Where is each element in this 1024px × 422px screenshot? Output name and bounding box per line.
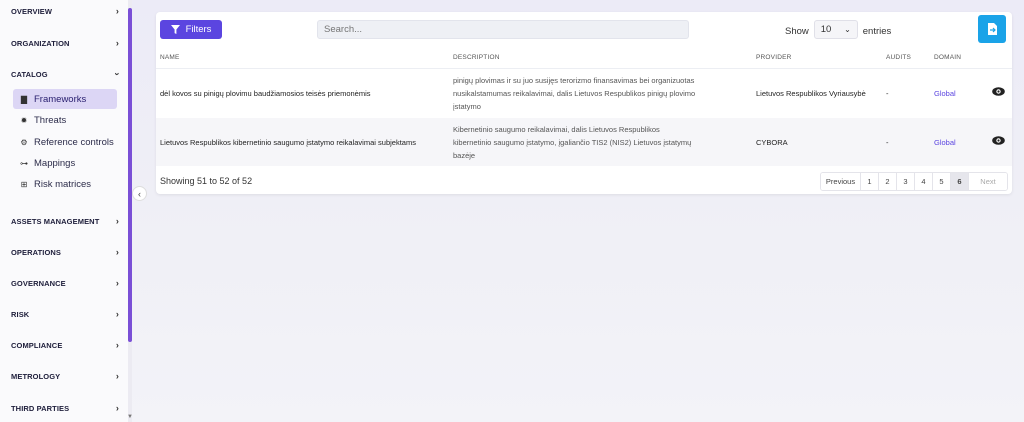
sidebar-item-reference-controls[interactable]: ⚙ Reference controls (13, 132, 117, 152)
chevron-right-icon: › (115, 216, 119, 226)
row-description: Kibernetinio saugumo reikalavimai, dalis… (453, 123, 723, 162)
row-domain-link[interactable]: Global (934, 136, 956, 149)
chevron-right-icon: › (115, 38, 119, 48)
sidebar-section-governance[interactable]: GOVERNANCE › (11, 278, 119, 288)
chevron-right-icon: › (115, 403, 119, 413)
sidebar-item-frameworks[interactable]: ▇ Frameworks (13, 89, 117, 109)
sidebar-section-metrology[interactable]: METROLOGY › (11, 371, 119, 381)
pagination: Previous 1 2 3 4 5 6 Next (820, 172, 1008, 191)
filter-icon (170, 25, 180, 34)
sidebar-section-compliance[interactable]: COMPLIANCE › (11, 340, 119, 350)
sidebar-section-label: OPERATIONS (11, 247, 62, 257)
entries-selector: Show 10 ⌄ entries (785, 20, 892, 39)
entries-select-value: 10 (820, 24, 832, 35)
description-line: įstatymo (453, 102, 481, 111)
bug-icon: ✹ (20, 115, 28, 125)
pagination-page[interactable]: 1 (861, 173, 879, 190)
row-name[interactable]: Lietuvos Respublikos kibernetinio saugum… (160, 136, 416, 149)
entries-label: entries (862, 25, 892, 37)
row-description: pinigų plovimas ir su juo susijęs terori… (453, 74, 723, 113)
sidebar-collapse-button[interactable]: ‹ (132, 186, 147, 201)
diagram-icon: ⊶ (20, 158, 28, 168)
column-header-audits[interactable]: AUDITS (886, 54, 911, 61)
chevron-left-icon: ‹ (138, 188, 141, 199)
pagination-previous[interactable]: Previous (821, 173, 861, 190)
pagination-page[interactable]: 2 (879, 173, 897, 190)
sidebar-section-risk[interactable]: RISK › (11, 309, 119, 319)
description-line: kibernetinio saugumo įstatymo, įgalianči… (453, 138, 692, 147)
sidebar-section-label: ORGANIZATION (11, 38, 70, 48)
view-eye-icon[interactable] (992, 134, 1005, 148)
column-header-name[interactable]: NAME (160, 54, 180, 61)
chevron-right-icon: › (115, 6, 119, 16)
sidebar-item-label: Frameworks (34, 93, 87, 105)
sidebar-item-risk-matrices[interactable]: ⊞ Risk matrices (13, 174, 117, 194)
showing-entries-text: Showing 51 to 52 of 52 (160, 176, 253, 186)
sidebar-item-mappings[interactable]: ⊶ Mappings (13, 153, 117, 173)
sidebar-section-catalog[interactable]: CATALOG › (11, 69, 123, 79)
row-audits: - (886, 138, 889, 147)
chevron-right-icon: › (115, 247, 119, 257)
filters-button[interactable]: Filters (160, 20, 222, 39)
sidebar-section-label: ASSETS MANAGEMENT (11, 216, 100, 226)
sidebar-section-operations[interactable]: OPERATIONS › (11, 247, 119, 257)
sidebar-section-third-parties[interactable]: THIRD PARTIES › (11, 403, 119, 413)
search-input[interactable] (317, 20, 689, 39)
entries-select[interactable]: 10 ⌄ (813, 20, 858, 39)
sidebar-section-overview[interactable]: OVERVIEW › (11, 6, 119, 16)
header-divider (156, 68, 1012, 69)
sidebar-scrollbar-thumb[interactable] (128, 8, 132, 342)
description-line: pinigų plovimas ir su juo susijęs terori… (453, 76, 695, 85)
pagination-page[interactable]: 3 (897, 173, 915, 190)
scroll-down-arrow-icon[interactable]: ▼ (127, 414, 133, 420)
sidebar-item-label: Risk matrices (34, 178, 92, 190)
row-provider: Lietuvos Respublikos Vyriausybė (756, 89, 866, 98)
chevron-right-icon: › (115, 340, 119, 350)
column-header-domain[interactable]: DOMAIN (934, 54, 961, 61)
sidebar-item-label: Threats (34, 114, 67, 126)
sidebar-item-threats[interactable]: ✹ Threats (13, 110, 117, 130)
frameworks-table-card: Filters Show 10 ⌄ entries NAME DESCRIPTI… (156, 12, 1012, 194)
chevron-right-icon: › (115, 309, 119, 319)
book-icon: ▇ (20, 94, 28, 104)
sidebar-item-label: Reference controls (34, 136, 114, 148)
description-line: bazėje (453, 151, 476, 160)
row-domain-link[interactable]: Global (934, 87, 956, 100)
view-eye-icon[interactable] (992, 85, 1005, 99)
sidebar-section-organization[interactable]: ORGANIZATION › (11, 38, 119, 48)
sidebar-section-label: CATALOG (11, 69, 48, 79)
export-button[interactable] (978, 15, 1006, 43)
row-provider: CYBORA (756, 138, 788, 147)
filters-button-label: Filters (185, 24, 212, 35)
export-file-icon (987, 23, 997, 35)
show-label: Show (785, 25, 809, 37)
sidebar-item-label: Mappings (34, 157, 76, 169)
chevron-down-icon: ⌄ (844, 25, 851, 34)
chevron-down-icon: › (112, 72, 123, 76)
sidebar-section-assets-management[interactable]: ASSETS MANAGEMENT › (11, 216, 119, 226)
row-audits: - (886, 89, 889, 98)
chevron-right-icon: › (115, 278, 119, 288)
sidebar-section-label: METROLOGY (11, 371, 61, 381)
chevron-right-icon: › (115, 371, 119, 381)
sidebar-section-label: RISK (11, 309, 30, 319)
sidebar-section-label: THIRD PARTIES (11, 403, 70, 413)
pagination-page-active[interactable]: 6 (951, 173, 969, 190)
sidebar-section-label: GOVERNANCE (11, 278, 66, 288)
description-line: nusikalstamumas reikalavimai, dalis Liet… (453, 89, 696, 98)
sidebar: OVERVIEW › ORGANIZATION › CATALOG › ▇ Fr… (0, 0, 132, 422)
gears-icon: ⚙ (20, 137, 28, 147)
row-name[interactable]: dėl kovos su pinigų plovimu baudžiamosio… (160, 87, 371, 100)
pagination-next[interactable]: Next (969, 173, 1007, 190)
sidebar-section-label: COMPLIANCE (11, 340, 63, 350)
pagination-page[interactable]: 5 (933, 173, 951, 190)
table-icon: ⊞ (20, 179, 28, 189)
sidebar-section-label: OVERVIEW (11, 6, 53, 16)
pagination-page[interactable]: 4 (915, 173, 933, 190)
description-line: Kibernetinio saugumo reikalavimai, dalis… (453, 125, 660, 134)
column-header-description[interactable]: DESCRIPTION (453, 54, 500, 61)
column-header-provider[interactable]: PROVIDER (756, 54, 792, 61)
